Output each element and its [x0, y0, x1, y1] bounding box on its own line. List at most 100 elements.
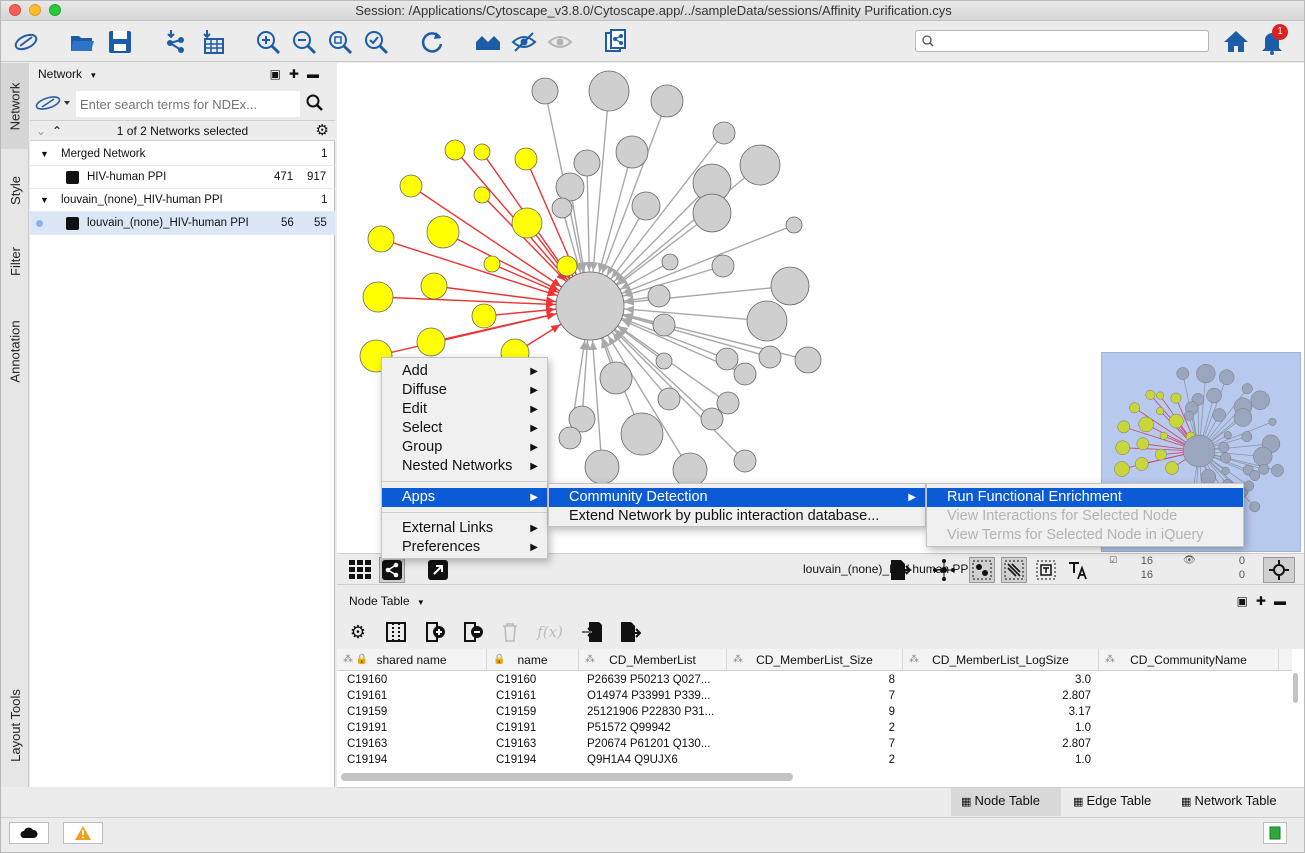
network-node[interactable] — [758, 345, 782, 369]
home-icon[interactable] — [1221, 27, 1251, 57]
gear-icon[interactable]: ⚙ — [345, 619, 371, 645]
zoom-out-icon[interactable] — [289, 27, 319, 57]
network-node[interactable] — [599, 361, 633, 395]
table-row[interactable]: C19161 C19161 O14974 P33991 P339... 7 2.… — [337, 688, 1292, 704]
network-node[interactable] — [531, 77, 559, 105]
network-node[interactable] — [785, 216, 803, 234]
tab-style[interactable]: Style — [1, 159, 29, 221]
network-node-selected[interactable] — [426, 215, 460, 249]
menu-item-external-links[interactable]: External Links ▶ — [382, 519, 547, 538]
table-row[interactable]: C19163 C19163 P20674 P61201 Q130... 7 2.… — [337, 736, 1292, 752]
tree-row-louvain-collection[interactable]: ▼ louvain_(none)_HIV-human PPI 1 — [30, 189, 335, 212]
menu-item-select[interactable]: Select ▶ — [382, 419, 547, 438]
tab-filter[interactable]: Filter — [1, 231, 29, 291]
chevron-down-icon[interactable]: ▼ — [89, 71, 97, 80]
network-node[interactable] — [733, 449, 757, 473]
network-node-selected[interactable] — [473, 186, 491, 204]
network-panel-title[interactable]: Network — [38, 67, 82, 81]
new-network-from-selection-icon[interactable] — [601, 27, 631, 57]
import-network-icon[interactable] — [161, 27, 191, 57]
network-node[interactable] — [650, 84, 684, 118]
tab-network-table[interactable]: ▦ Network Table — [1171, 788, 1299, 816]
table-row[interactable]: C19191 C19191 P51572 Q99942 2 1.0 — [337, 720, 1292, 736]
column-header-cd-memberlist-logsize[interactable]: ⁂ CD_MemberList_LogSize — [903, 649, 1099, 671]
column-header-cd-memberlist[interactable]: ⁂ CD_MemberList — [579, 649, 727, 671]
ndex-search-input[interactable] — [76, 91, 300, 117]
table-row[interactable]: C19194 C19194 Q9H1A4 Q9UJX6 2 1.0 — [337, 752, 1292, 768]
table-row[interactable]: C19160 C19160 P26639 P50213 Q027... 8 3.… — [337, 672, 1292, 688]
network-node-selected[interactable] — [473, 143, 491, 161]
network-node-selected[interactable] — [471, 303, 497, 329]
panel-window-controls[interactable]: ▣✚▬ — [1237, 589, 1294, 613]
menu-item-edit[interactable]: Edit ▶ — [382, 400, 547, 419]
zoom-window-button[interactable] — [49, 4, 61, 16]
network-node[interactable] — [631, 191, 661, 221]
ndex-logo-icon[interactable] — [34, 95, 72, 111]
close-window-button[interactable] — [9, 4, 21, 16]
table-row[interactable]: C19159 C19159 25121906 P22830 P31... 9 3… — [337, 704, 1292, 720]
select-edges-mode-icon[interactable] — [1001, 557, 1027, 583]
menu-item-community-detection[interactable]: Community Detection ▶ — [549, 488, 925, 507]
menu-item-group[interactable]: Group ▶ — [382, 438, 547, 457]
refresh-icon[interactable] — [417, 27, 447, 57]
zoom-fit-icon[interactable] — [325, 27, 355, 57]
network-node[interactable] — [588, 70, 630, 112]
tab-node-table[interactable]: ▦ Node Table — [951, 788, 1061, 816]
column-header-cd-memberlist-size[interactable]: ⁂ CD_MemberList_Size — [727, 649, 903, 671]
tab-edge-table[interactable]: ▦ Edge Table — [1063, 788, 1171, 816]
table-panel-title[interactable]: Node Table — [349, 594, 410, 608]
menu-item-add[interactable]: Add ▶ — [382, 362, 547, 381]
panel-window-controls[interactable]: ▣✚▬ — [270, 63, 327, 85]
import-table-icon[interactable] — [197, 27, 227, 57]
trash-icon[interactable] — [497, 619, 523, 645]
network-node[interactable] — [655, 352, 673, 370]
menu-item-nested-networks[interactable]: Nested Networks ▶ — [382, 457, 547, 476]
network-node[interactable] — [715, 347, 739, 371]
tree-row-louvain-network[interactable]: louvain_(none)_HIV-human PPI 56 55 — [30, 212, 335, 235]
column-header-cd-communityname[interactable]: ⁂ CD_CommunityName — [1099, 649, 1279, 671]
search-icon[interactable] — [306, 94, 324, 112]
gear-icon[interactable]: ⚙ — [316, 121, 329, 141]
network-node[interactable] — [558, 426, 582, 450]
network-node[interactable] — [657, 387, 681, 411]
detach-view-icon[interactable] — [425, 557, 451, 583]
network-node-selected[interactable] — [399, 174, 423, 198]
menu-item-run-functional-enrichment[interactable]: Run Functional Enrichment — [927, 488, 1243, 507]
zoom-selected-icon[interactable] — [361, 27, 391, 57]
tab-network[interactable]: Network — [1, 63, 29, 149]
menu-item-preferences[interactable]: Preferences ▶ — [382, 538, 547, 557]
network-node[interactable] — [794, 346, 822, 374]
network-node[interactable] — [746, 300, 788, 342]
network-node[interactable] — [584, 449, 620, 485]
share-network-icon[interactable] — [379, 557, 405, 583]
show-columns-icon[interactable] — [383, 619, 409, 645]
collapse-all-icon[interactable]: ⌄ — [36, 121, 46, 141]
tab-layout-tools[interactable]: Layout Tools — [1, 667, 29, 783]
network-node-selected[interactable] — [483, 255, 501, 273]
open-session-icon[interactable] — [67, 27, 97, 57]
network-node[interactable] — [647, 284, 671, 308]
network-node[interactable] — [620, 412, 664, 456]
toolbar-search-input[interactable] — [940, 33, 1204, 49]
label-options-icon[interactable] — [1065, 557, 1091, 583]
network-node[interactable] — [573, 149, 601, 177]
memory-status-icon[interactable] — [1263, 822, 1287, 844]
menu-item-extend-network[interactable]: Extend Network by public interaction dat… — [549, 507, 925, 526]
first-neighbors-icon[interactable] — [931, 557, 957, 583]
network-node[interactable] — [661, 253, 679, 271]
network-node-selected[interactable] — [416, 327, 446, 357]
network-node-selected[interactable] — [420, 272, 448, 300]
cytoscape-logo-icon[interactable] — [11, 27, 41, 57]
tab-annotation[interactable]: Annotation — [1, 301, 29, 401]
select-nodes-mode-icon[interactable] — [969, 557, 995, 583]
export-image-icon[interactable] — [887, 557, 913, 583]
grid-view-icon[interactable] — [347, 557, 373, 583]
toolbar-search[interactable] — [915, 30, 1209, 52]
zoom-in-icon[interactable] — [253, 27, 283, 57]
add-column-icon[interactable] — [423, 619, 449, 645]
column-header-shared-name[interactable]: ⁂ 🔒 shared name — [337, 649, 487, 671]
network-node-selected[interactable] — [444, 139, 466, 161]
network-node[interactable] — [692, 193, 732, 233]
network-node[interactable] — [652, 313, 676, 337]
show-all-icon[interactable] — [545, 27, 575, 57]
